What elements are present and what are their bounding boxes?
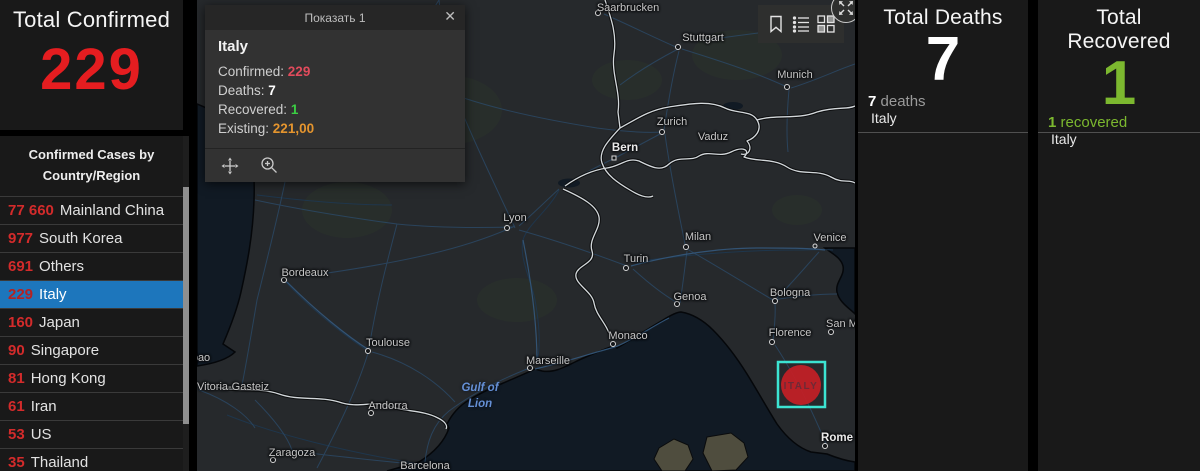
country-name: US xyxy=(30,425,52,443)
country-row-others[interactable]: 691 Others xyxy=(0,251,183,280)
expand-arrows-icon xyxy=(839,1,853,15)
zoom-to-feature-icon[interactable] xyxy=(259,156,279,176)
total-recovered-value: 1 xyxy=(1101,49,1137,118)
city-dot xyxy=(822,443,828,449)
country-count: 977 xyxy=(8,229,34,247)
country-count: 160 xyxy=(8,313,34,331)
total-deaths-value: 7 xyxy=(925,25,961,94)
country-name: Mainland China xyxy=(59,201,165,219)
italy-country-label: ITALY xyxy=(784,381,819,392)
country-list-header-line2: Country/Region xyxy=(42,167,141,183)
city-dot xyxy=(659,129,665,135)
total-recovered-panel: Total Recovered 1 1 recovered Italy xyxy=(1038,0,1200,471)
deaths-region: Italy xyxy=(871,110,897,126)
bookmark-icon[interactable] xyxy=(765,13,787,35)
feature-popup: Показать 1 ✕ Italy Confirmed: 229 Deaths… xyxy=(205,5,465,182)
country-row-thailand[interactable]: 35 Thailand xyxy=(0,447,183,471)
country-count: 35 xyxy=(8,453,25,471)
city-dot xyxy=(828,329,834,335)
popup-stat-confirmed: Confirmed: 229 xyxy=(218,64,311,79)
country-row-south-korea[interactable]: 977 South Korea xyxy=(0,223,183,252)
city-dot xyxy=(623,265,629,271)
country-list-rows: 77 660 Mainland China 977 South Korea 691 Oth… xyxy=(0,195,183,471)
total-deaths-card: Total Deaths 7 7 deaths Italy xyxy=(858,0,1028,133)
country-count: 90 xyxy=(8,341,25,359)
city-dot xyxy=(281,277,287,283)
city-dot xyxy=(683,244,689,250)
country-list-scrollbar-track xyxy=(183,136,189,471)
country-count: 691 xyxy=(8,257,34,275)
country-row-singapore[interactable]: 90 Singapore xyxy=(0,335,183,364)
popup-stat-existing: Existing: 221,00 xyxy=(218,121,315,136)
popup-body: Italy Confirmed: 229 Deaths: 7 Recovered… xyxy=(205,30,465,148)
country-list-panel: Confirmed Cases by Country/Region 77 660… xyxy=(0,136,183,471)
country-list-header-line1: Confirmed Cases by xyxy=(28,147,155,162)
total-deaths-panel: Total Deaths 7 7 deaths Italy xyxy=(858,0,1028,471)
city-dot xyxy=(772,298,778,304)
total-recovered-title: Total Recovered xyxy=(1067,6,1171,53)
popup-stat-deaths: Deaths: 7 xyxy=(218,83,276,98)
country-list-header: Confirmed Cases by Country/Region xyxy=(0,136,183,196)
city-dot xyxy=(504,225,510,231)
country-name: Others xyxy=(39,257,85,275)
city-dot xyxy=(812,243,818,249)
recovered-region: Italy xyxy=(1051,130,1077,147)
country-count: 81 xyxy=(8,369,25,387)
city-dot xyxy=(365,348,371,354)
total-recovered-card: Total Recovered 1 1 recovered Italy xyxy=(1038,0,1200,147)
country-name: Italy xyxy=(39,285,67,303)
country-count: 61 xyxy=(8,397,25,415)
total-confirmed-value: 229 xyxy=(40,37,143,102)
popup-stat-recovered: Recovered: 1 xyxy=(218,102,299,117)
popup-country-title: Italy xyxy=(218,38,249,55)
country-count: 229 xyxy=(8,285,34,303)
country-name: Iran xyxy=(30,397,57,415)
city-dot xyxy=(368,410,374,416)
country-name: Thailand xyxy=(30,453,89,471)
city-dot xyxy=(611,155,617,161)
close-icon[interactable]: ✕ xyxy=(444,9,456,23)
pan-to-feature-icon[interactable] xyxy=(220,156,240,176)
total-confirmed-panel: Total Confirmed 229 xyxy=(0,0,183,130)
country-count: 77 660 xyxy=(8,201,54,219)
city-dot xyxy=(769,339,775,345)
country-name: Singapore xyxy=(30,341,100,359)
legend-list-icon[interactable] xyxy=(790,13,812,35)
country-list-scrollbar-thumb[interactable] xyxy=(183,187,189,424)
country-name: Japan xyxy=(39,313,80,331)
country-row-italy[interactable]: 229 Italy xyxy=(0,279,183,308)
country-count: 53 xyxy=(8,425,25,443)
city-dot xyxy=(784,84,790,90)
country-row-hong-kong[interactable]: 81 Hong Kong xyxy=(0,363,183,392)
recovered-sub-line: 1 recovered xyxy=(1048,113,1128,131)
city-dot xyxy=(675,44,681,50)
city-dot xyxy=(527,365,533,371)
popup-footer xyxy=(205,148,465,182)
country-row-japan[interactable]: 160 Japan xyxy=(0,307,183,336)
map-canvas[interactable]: ITALY Saarbrucken Stuttgart Munich Zurich Va… xyxy=(197,0,855,471)
popup-header-title: Показать 1 xyxy=(304,10,366,25)
country-row-iran[interactable]: 61 Iran xyxy=(0,391,183,420)
country-name: South Korea xyxy=(39,229,123,247)
city-dot xyxy=(595,10,601,16)
country-name: Hong Kong xyxy=(30,369,106,387)
city-dot xyxy=(674,301,680,307)
city-dot xyxy=(270,457,276,463)
total-confirmed-title: Total Confirmed xyxy=(12,7,171,32)
deaths-sub-line: 7 deaths xyxy=(868,93,926,110)
popup-header[interactable]: Показать 1 ✕ xyxy=(205,5,465,30)
country-row-mainland-china[interactable]: 77 660 Mainland China xyxy=(0,195,183,224)
country-row-us[interactable]: 53 US xyxy=(0,419,183,448)
dashboard: Total Confirmed 229 Confirmed Cases by C… xyxy=(0,0,1200,471)
city-dot xyxy=(610,341,616,347)
